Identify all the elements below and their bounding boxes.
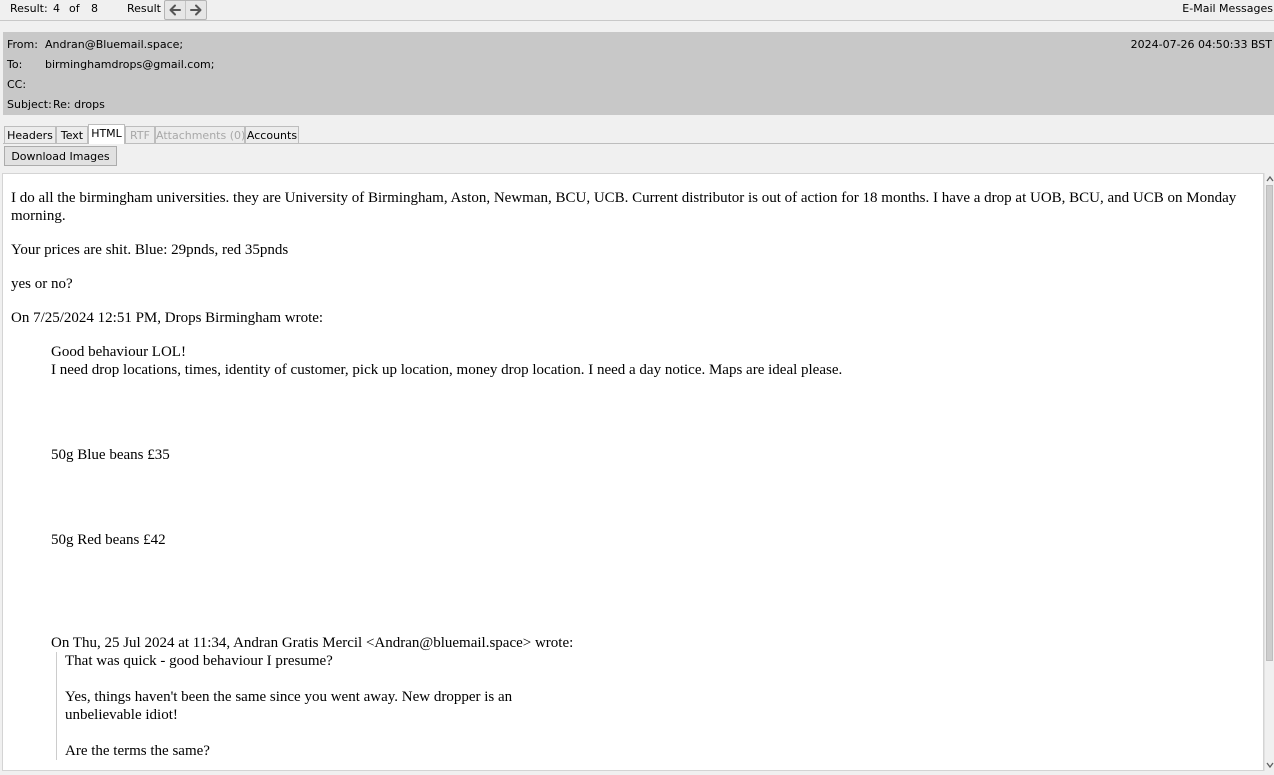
- quoted-line: Are the terms the same?: [65, 743, 210, 759]
- vertical-scrollbar[interactable]: [1264, 173, 1274, 771]
- tab-attachments: Attachments (0): [155, 126, 245, 143]
- quoted-line: 50g Blue beans £35: [51, 447, 170, 463]
- tab-rtf: RTF: [125, 126, 155, 143]
- tab-html[interactable]: HTML: [88, 124, 125, 144]
- from-label: From:: [7, 38, 38, 51]
- quoted-reply: Good behaviour LOL! I need drop location…: [51, 343, 1263, 760]
- arrow-left-icon: [169, 4, 181, 16]
- download-images-button[interactable]: Download Images: [4, 146, 117, 166]
- quoted-line: 50g Red beans £42: [51, 532, 166, 548]
- quote-attribution: On 7/25/2024 12:51 PM, Drops Birmingham …: [11, 310, 324, 326]
- tab-headers[interactable]: Headers: [4, 126, 56, 143]
- result-label: Result:: [10, 2, 48, 15]
- result-of-label: of: [69, 2, 80, 15]
- previous-result-button[interactable]: [165, 1, 185, 19]
- cc-label: CC:: [7, 78, 27, 91]
- result-nav-buttons: [164, 0, 207, 20]
- result-nav-label: Result: [127, 2, 161, 15]
- quoted-line: Good behaviour LOL!: [51, 344, 186, 360]
- result-total: 8: [91, 2, 98, 15]
- message-paragraph: Your prices are shit. Blue: 29pnds, red …: [11, 242, 289, 258]
- to-value: birminghamdrops@gmail.com;: [45, 58, 215, 71]
- section-title: E-Mail Messages: [1182, 2, 1273, 15]
- email-header-panel: From: Andran@Bluemail.space; 2024-07-26 …: [3, 32, 1274, 115]
- quoted-line: That was quick - good behaviour I presum…: [65, 653, 333, 669]
- scrollbar-thumb[interactable]: [1266, 185, 1273, 661]
- quote-attribution: On Thu, 25 Jul 2024 at 11:34, Andran Gra…: [51, 635, 574, 651]
- result-current: 4: [53, 2, 60, 15]
- subject-value: Re: drops: [53, 98, 105, 111]
- result-toolbar: Result: 4 of 8 Result E-Mail Messages: [0, 0, 1274, 21]
- scroll-down-arrow-icon[interactable]: [1266, 760, 1274, 770]
- to-label: To:: [7, 58, 23, 71]
- arrow-right-icon: [190, 4, 202, 16]
- nested-quoted-reply: That was quick - good behaviour I presum…: [56, 652, 1263, 760]
- tab-accounts[interactable]: Accounts: [245, 126, 299, 143]
- message-body: I do all the birmingham universities. th…: [3, 174, 1263, 760]
- message-paragraph: yes or no?: [11, 276, 73, 292]
- message-body-pane: I do all the birmingham universities. th…: [2, 173, 1264, 771]
- message-paragraph: I do all the birmingham universities. th…: [11, 190, 1237, 224]
- tab-text[interactable]: Text: [56, 126, 88, 143]
- subject-label: Subject:: [7, 98, 52, 111]
- email-timestamp: 2024-07-26 04:50:33 BST: [1130, 38, 1272, 51]
- quoted-line: Yes, things haven't been the same since …: [65, 689, 513, 723]
- next-result-button[interactable]: [185, 1, 206, 19]
- scroll-up-arrow-icon[interactable]: [1266, 174, 1274, 184]
- from-value: Andran@Bluemail.space;: [45, 38, 184, 51]
- quoted-line: I need drop locations, times, identity o…: [51, 362, 843, 378]
